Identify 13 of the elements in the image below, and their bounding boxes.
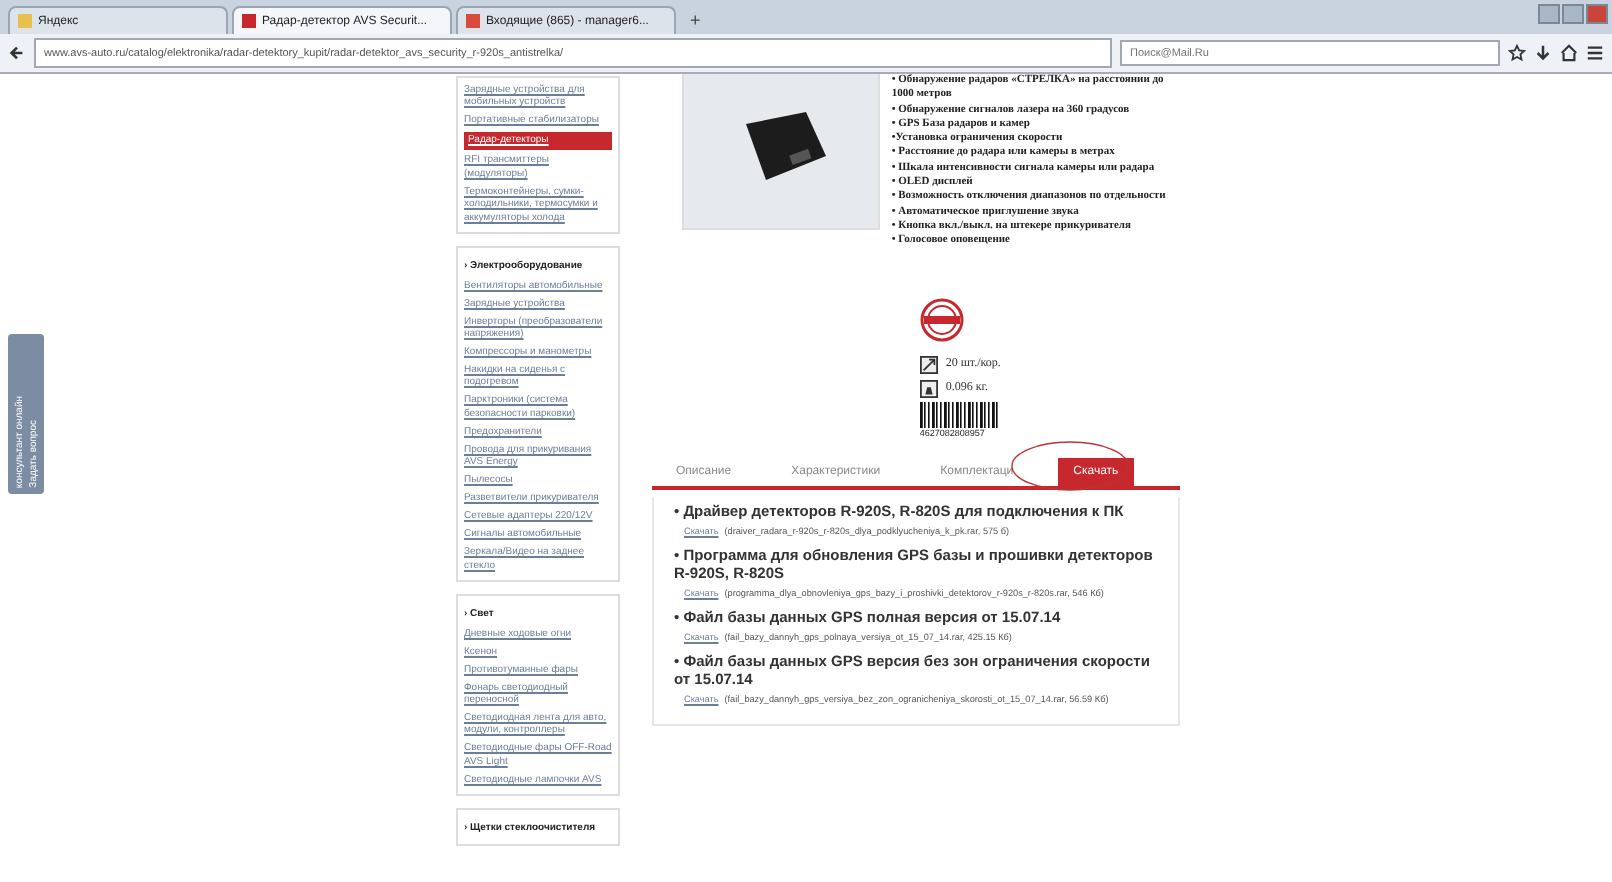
favicon-icon [242, 14, 256, 28]
new-tab-button[interactable]: + [680, 10, 711, 34]
favicon-icon [18, 14, 32, 28]
back-icon[interactable] [8, 44, 26, 62]
weight-icon [919, 379, 938, 398]
box-icon [919, 355, 938, 374]
stamp-icon [919, 297, 964, 342]
menu-icon[interactable] [1586, 44, 1604, 62]
barcode-icon [919, 401, 1000, 428]
favicon-icon [466, 14, 480, 28]
star-icon[interactable] [1508, 44, 1526, 62]
home-icon[interactable] [1560, 44, 1578, 62]
download-icon[interactable] [1534, 44, 1552, 62]
